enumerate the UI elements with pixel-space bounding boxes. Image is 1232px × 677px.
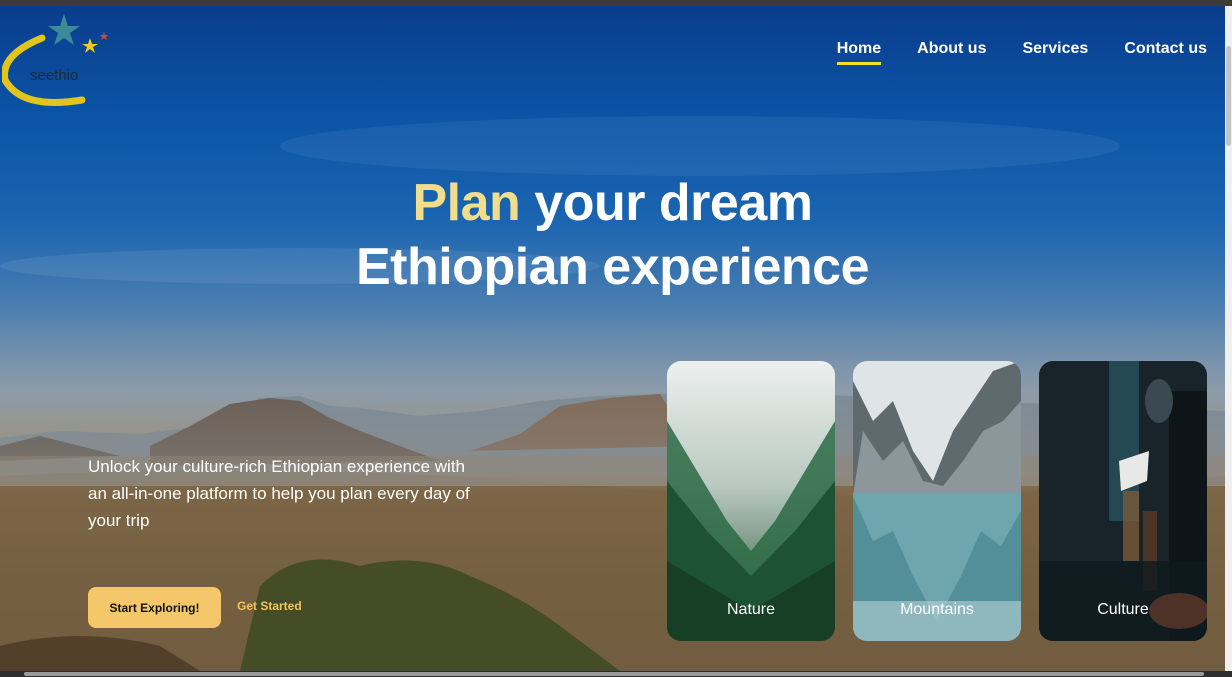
- card-label: Culture: [1097, 601, 1149, 618]
- nav-item-home[interactable]: Home: [836, 40, 882, 65]
- logo-text: seethio: [30, 67, 79, 84]
- start-exploring-button[interactable]: Start Exploring!: [88, 587, 221, 628]
- mountain-lake-image: [853, 361, 1021, 641]
- horizontal-scrollbar[interactable]: [24, 672, 1204, 676]
- window-bottom-border: [0, 671, 1232, 677]
- logo-icon: [0, 14, 108, 106]
- scrollbar-thumb[interactable]: [1226, 46, 1231, 146]
- vertical-scrollbar[interactable]: [1225, 6, 1232, 671]
- nav-item-about-us[interactable]: About us: [917, 40, 986, 62]
- card-mountains[interactable]: Mountains: [853, 361, 1021, 641]
- brand-logo[interactable]: seethio: [0, 10, 112, 110]
- get-started-link[interactable]: Get Started: [237, 599, 302, 613]
- coffee-ceremony-image: [1039, 361, 1207, 641]
- main-nav: Home About us Services Contact us: [836, 40, 1207, 65]
- hero-title-line1: your dream: [520, 174, 813, 232]
- hero-title: Plan your dream Ethiopian experience: [0, 171, 1225, 299]
- hero-title-accent: Plan: [412, 174, 521, 232]
- card-culture[interactable]: Culture: [1039, 361, 1207, 641]
- card-nature[interactable]: Nature: [667, 361, 835, 641]
- hero-title-line2: Ethiopian experience: [355, 238, 870, 296]
- forest-image: [667, 361, 835, 641]
- hero-section: seethio Home About us Services Contact u…: [0, 6, 1225, 671]
- nav-item-services[interactable]: Services: [1022, 40, 1088, 62]
- hero-description: Unlock your culture-rich Ethiopian exper…: [88, 457, 470, 530]
- card-label: Mountains: [900, 601, 974, 618]
- card-label: Nature: [726, 601, 776, 618]
- nav-item-contact-us[interactable]: Contact us: [1124, 40, 1207, 62]
